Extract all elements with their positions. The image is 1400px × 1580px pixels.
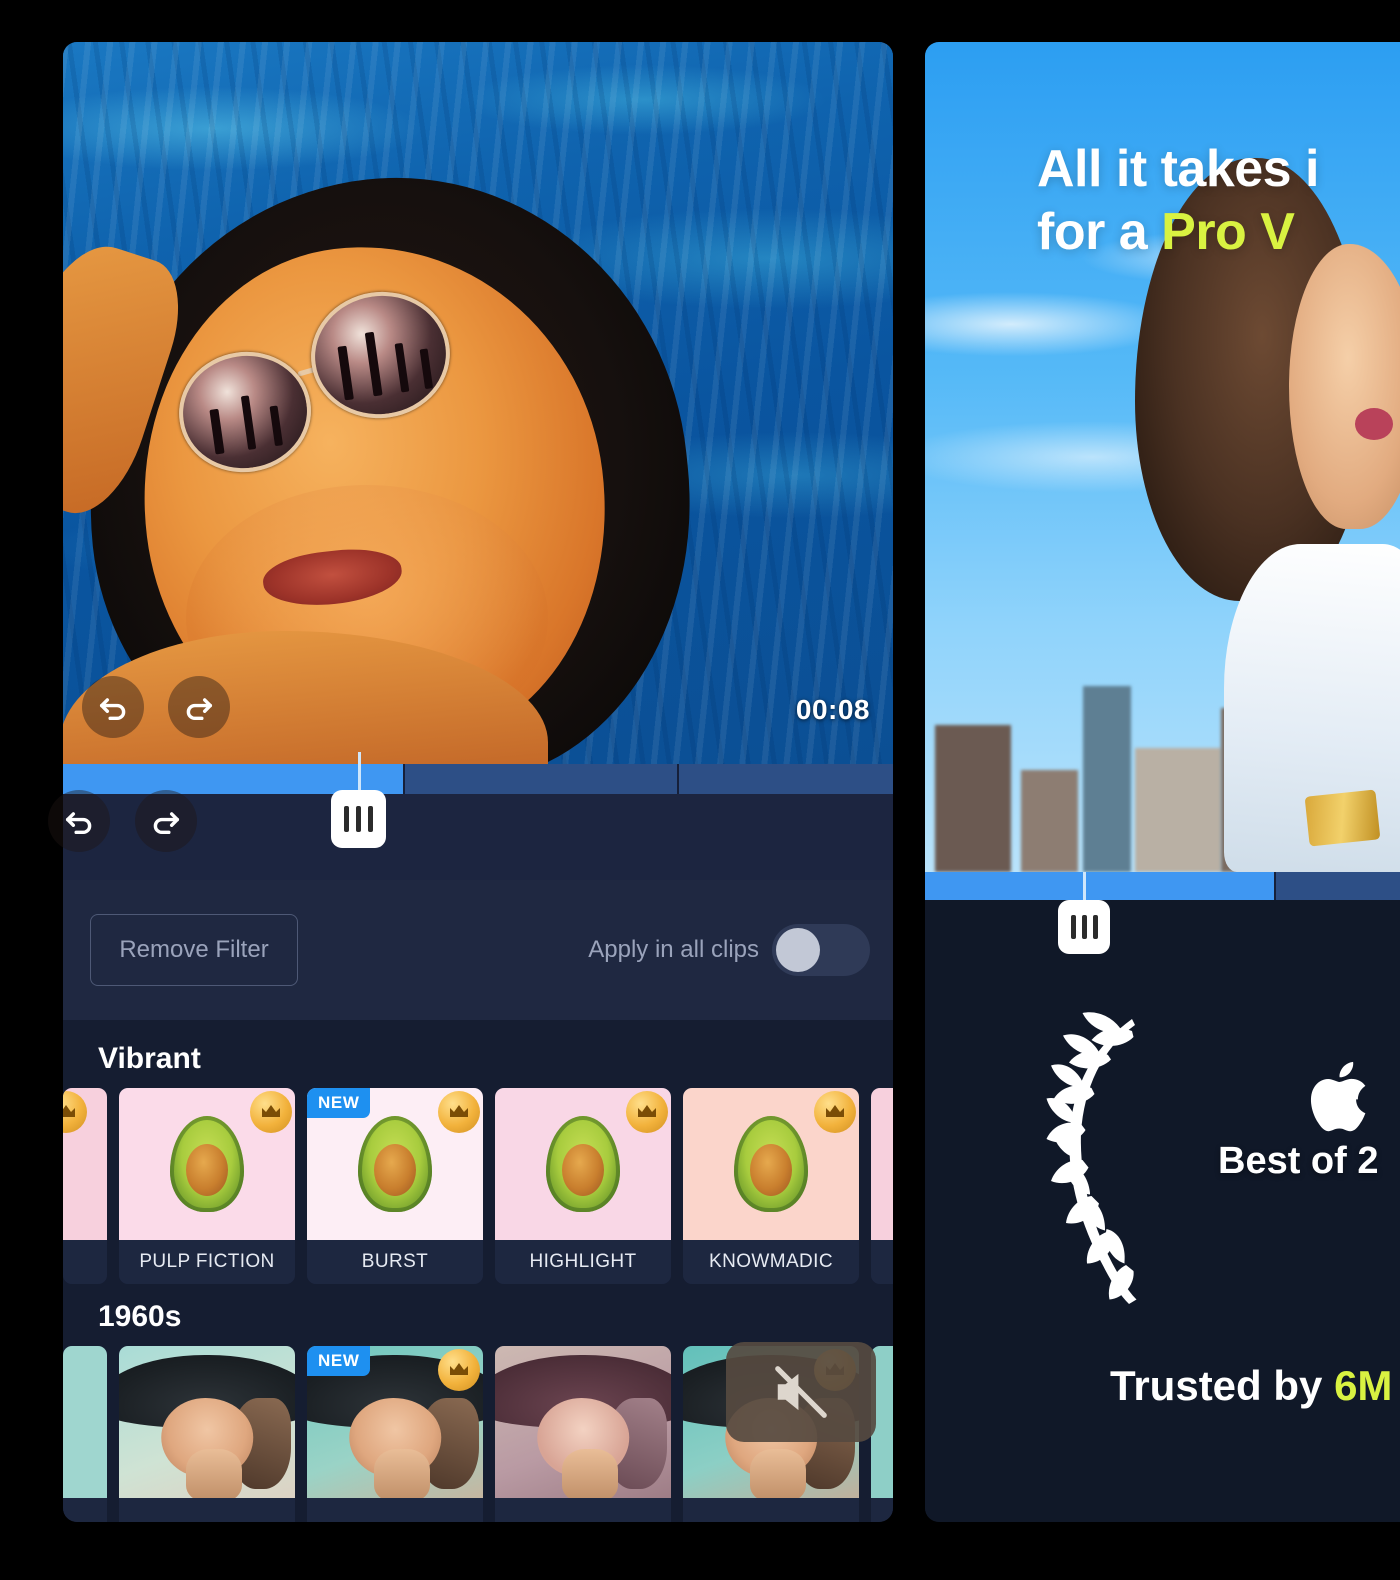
overlay-title-highlight: Pro V [1161,203,1295,262]
right-undo-button[interactable] [48,790,110,852]
crown-icon [63,1105,75,1117]
apple-logo-icon [1310,1061,1366,1132]
best-of-label: Best of 2 [1218,1140,1379,1182]
toggle-knob [776,928,820,972]
crown-icon [638,1105,656,1117]
undo-icon [65,812,92,835]
filter-card[interactable] [63,1088,107,1284]
timeline-track[interactable] [63,764,893,794]
filter-thumbnail [495,1346,671,1498]
video-subject [63,100,744,764]
new-badge: NEW [307,1088,371,1118]
playhead-handle[interactable] [331,790,386,848]
section-title-vibrant: Vibrant [98,1042,201,1075]
timeline-segment[interactable] [925,872,1274,900]
filter-thumbnail [871,1088,893,1240]
pro-badge-icon [250,1091,292,1133]
timeline-segment[interactable] [677,764,893,794]
right-video-preview[interactable]: All it takes i for a Pro V [925,42,1400,872]
overlay-title-line-1: All it takes i [1037,140,1320,198]
crown-icon [262,1105,280,1117]
filter-card-label: KNOWMADIC [683,1240,859,1284]
filter-thumbnail [119,1088,295,1240]
right-timeline-track[interactable] [925,872,1400,900]
timeline-segment[interactable] [1273,872,1400,900]
filter-card-label [63,1240,107,1284]
filter-thumbnail [495,1088,671,1240]
crown-icon [826,1105,844,1117]
filter-control-bar: Remove Filter Apply in all clips [63,880,893,1020]
filter-card-highlight[interactable]: HIGHLIGHT [495,1088,671,1284]
overlay-title-line-2-prefix: for a [1037,203,1162,262]
crown-icon [450,1363,468,1375]
filter-thumbnail: NEW [307,1346,483,1498]
pro-badge-icon [814,1091,856,1133]
filter-thumbnail [119,1346,295,1498]
overlay-title: All it takes i for a Pro V [1037,138,1400,265]
remove-filter-button[interactable]: Remove Filter [90,914,298,986]
right-video-subject [1135,158,1400,872]
laurel-wreath-icon [1046,1012,1137,1304]
right-redo-button[interactable] [135,790,197,852]
playhead-line [358,752,361,792]
filter-card-label: BURST [307,1240,483,1284]
timeline-segment[interactable] [403,764,678,794]
left-phone-panel: 00:08 Remove Filter Apply in all clips V… [63,42,893,1522]
filter-card[interactable] [63,1346,107,1522]
mute-button[interactable] [726,1342,876,1442]
filter-card-pulp-fiction[interactable]: PULP FICTION [119,1088,295,1284]
filter-card-1960s-2[interactable]: NEW [307,1346,483,1522]
undo-icon [99,698,126,721]
timecode-label: 00:08 [795,694,870,725]
apply-in-all-clips-toggle[interactable] [772,924,870,976]
undo-button[interactable] [82,676,144,738]
redo-icon [153,812,180,835]
filter-card-1960s-3[interactable] [495,1346,671,1522]
screenshot-root: 00:08 Remove Filter Apply in all clips V… [0,0,1400,1580]
filter-card-burst[interactable]: NEW BURST [307,1088,483,1284]
crown-icon [450,1105,468,1117]
filter-row-vibrant[interactable]: PULP FICTION NEW BURST HIGHLIGHT KNOWMAD… [63,1088,893,1284]
filter-card-label: HIGHLIGHT [495,1240,671,1284]
filter-thumbnail [683,1088,859,1240]
new-badge: NEW [307,1346,371,1376]
filter-card-label [871,1240,893,1284]
apply-in-all-clips-label: Apply in all clips [588,936,759,963]
filter-card-knowmadic[interactable]: KNOWMADIC [683,1088,859,1284]
filter-list[interactable]: Vibrant PULP FICTION NEW BURST HIGHLIGHT… [63,1020,893,1522]
filter-thumbnail: NEW [307,1088,483,1240]
trusted-by-count: 6M [1334,1362,1393,1409]
section-title-1960s: 1960s [98,1300,182,1333]
right-playhead-handle[interactable] [1058,900,1110,954]
video-preview[interactable]: 00:08 [63,42,893,764]
pro-badge-icon [438,1349,480,1391]
filter-card-1960s-1[interactable] [119,1346,295,1522]
redo-button[interactable] [168,676,230,738]
filter-card-label: PULP FICTION [119,1240,295,1284]
overlay-title-line-2: for a Pro V [1037,201,1400,264]
pro-badge-icon [626,1091,668,1133]
redo-icon [186,698,213,721]
trusted-by-label: Trusted by 6M [1110,1362,1392,1410]
filter-card[interactable] [871,1088,893,1284]
trusted-by-prefix: Trusted by [1110,1362,1335,1409]
pro-badge-icon [438,1091,480,1133]
mute-icon [775,1366,827,1418]
